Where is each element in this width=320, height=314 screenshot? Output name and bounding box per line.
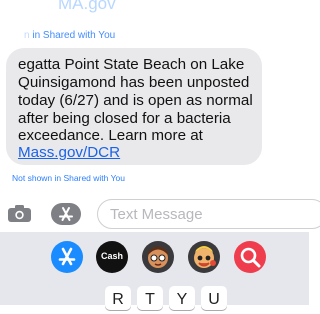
shared-with-you-note: n in Shared with You [24,30,115,41]
app-store-icon[interactable] [51,241,83,273]
message-text-input[interactable]: Text Message [97,199,320,229]
camera-icon[interactable] [6,203,33,223]
message-line: today (6/27) and is open as normal [18,92,253,109]
apple-cash-icon[interactable]: Cash [96,241,128,273]
message-url-link[interactable]: Mass.gov/DCR [18,144,120,161]
key-t[interactable]: T [137,286,163,310]
message-line: exceedance. Learn more at [18,127,203,144]
key-y[interactable]: Y [169,286,195,310]
apple-cash-label: Cash [101,251,124,261]
not-shown-in-shared-note: Not shown in Shared with You [12,173,125,183]
message-input-placeholder: Text Message [110,206,203,223]
message-link-preview[interactable]: MA.gov [58,0,116,14]
message-line: after being closed for a bacteria [18,110,231,127]
memoji-sticker-icon[interactable] [188,241,220,273]
keyboard-top-row: R T Y U [0,286,309,310]
key-r[interactable]: R [105,286,131,310]
memoji-icon[interactable] [142,241,174,273]
app-store-icon[interactable] [51,203,81,225]
key-u[interactable]: U [201,286,227,310]
message-line: Quinsigamond has been unposted [18,74,250,91]
image-search-icon[interactable] [234,241,266,273]
shared-note-prefix: n [24,30,30,41]
message-line: egatta Point State Beach on Lake [18,56,245,73]
shared-note-text: in Shared with You [32,30,116,41]
